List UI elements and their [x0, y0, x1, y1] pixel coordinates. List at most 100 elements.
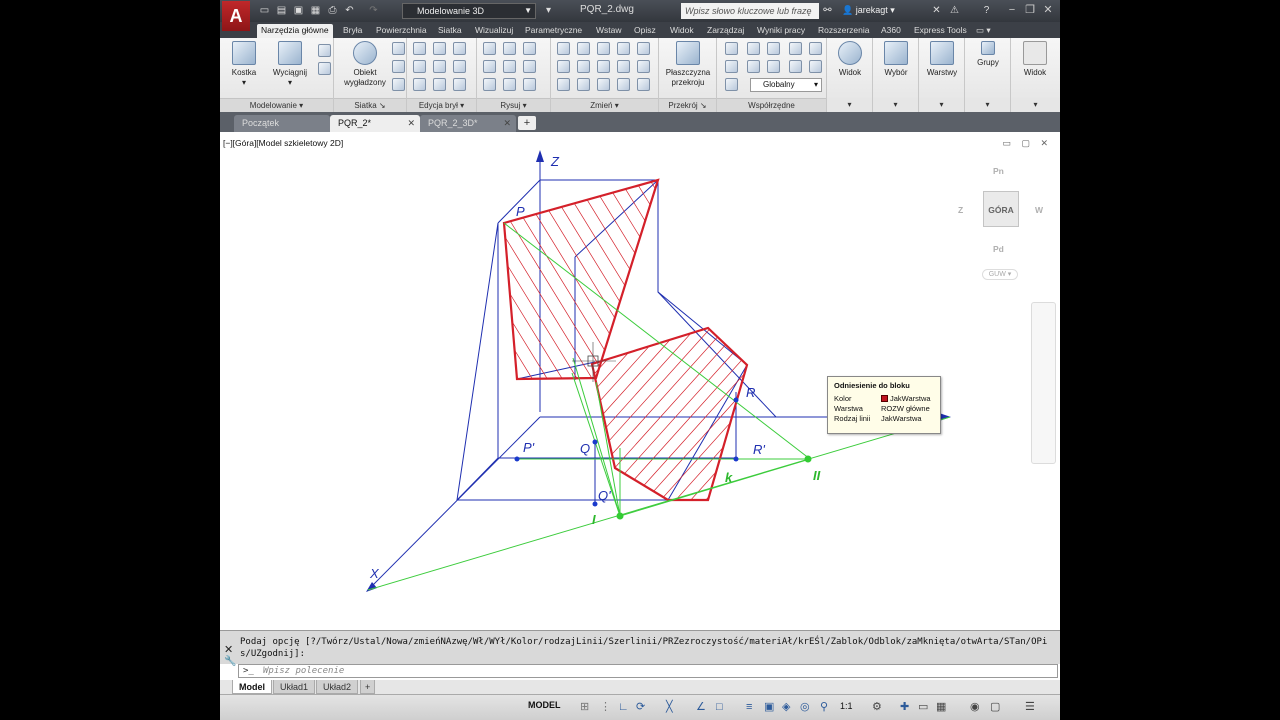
- fillet-2d-icon[interactable]: [597, 60, 610, 73]
- tab-opisz[interactable]: Opisz: [630, 24, 660, 38]
- rotate-icon[interactable]: [577, 42, 590, 55]
- wcs-menu[interactable]: GUW ▾: [982, 269, 1018, 280]
- ucs-object-icon[interactable]: [725, 60, 738, 73]
- chevron-down-icon[interactable]: ▾: [542, 4, 555, 17]
- mesh-icon[interactable]: [392, 42, 405, 55]
- connect-icon[interactable]: ⚠: [948, 4, 961, 17]
- point-r[interactable]: [733, 397, 739, 403]
- tab-parametryczne[interactable]: Parametryczne: [521, 24, 586, 38]
- tab-siatka[interactable]: Siatka: [434, 24, 466, 38]
- tab-powierzchnia[interactable]: Powierzchnia: [372, 24, 431, 38]
- tab-widok[interactable]: Widok: [666, 24, 698, 38]
- extract-icon[interactable]: [413, 78, 426, 91]
- tab-rozszerzenia[interactable]: Rozszerzenia: [814, 24, 874, 38]
- new-file-icon[interactable]: ▭: [258, 4, 271, 17]
- annotation-scale-icon[interactable]: ⚲: [820, 700, 828, 714]
- gear-icon[interactable]: ⚙: [872, 700, 882, 714]
- selection-button[interactable]: Wybór: [877, 41, 915, 78]
- align-icon[interactable]: [617, 78, 630, 91]
- clean-screen-icon[interactable]: ▢: [990, 700, 1000, 714]
- wrench-icon[interactable]: 🔧: [224, 656, 236, 667]
- customize-icon[interactable]: ☰: [1025, 700, 1035, 714]
- section-plane-button[interactable]: Płaszczyzna przekroju: [661, 41, 715, 88]
- ortho-icon[interactable]: ∟: [618, 700, 629, 714]
- add-layout-button[interactable]: +: [360, 680, 376, 694]
- annotation-scale-value[interactable]: 1:1: [840, 701, 853, 711]
- close-icon[interactable]: ✕: [503, 115, 511, 132]
- save-icon[interactable]: ▣: [292, 4, 305, 17]
- subtract-icon[interactable]: [433, 42, 446, 55]
- isolate-icon[interactable]: ▭: [918, 700, 928, 714]
- selection-cycling-icon[interactable]: ◈: [782, 700, 790, 714]
- object-snap-icon[interactable]: □: [716, 700, 723, 714]
- ucs-manager-icon[interactable]: [725, 78, 738, 91]
- separate-icon[interactable]: [453, 78, 466, 91]
- polar-icon[interactable]: ⟳: [636, 700, 645, 714]
- help-icon[interactable]: ?: [980, 4, 993, 17]
- tab-start[interactable]: Początek: [234, 115, 330, 132]
- point-q[interactable]: [592, 439, 598, 445]
- ucs-origin-icon[interactable]: [767, 42, 780, 55]
- shell-icon[interactable]: [433, 60, 446, 73]
- close-icon[interactable]: ✕: [1038, 2, 1058, 18]
- stretch-icon[interactable]: [617, 42, 630, 55]
- trim-icon[interactable]: [597, 42, 610, 55]
- slice-icon[interactable]: [413, 60, 426, 73]
- arc-icon[interactable]: [503, 60, 516, 73]
- tab-model[interactable]: Model: [232, 680, 272, 694]
- scale-icon[interactable]: [637, 60, 650, 73]
- spline-icon[interactable]: [483, 60, 496, 73]
- circle-icon[interactable]: [523, 42, 536, 55]
- point-p-prime[interactable]: [514, 456, 520, 462]
- ucs-world-icon[interactable]: [747, 42, 760, 55]
- viewport-window-controls[interactable]: ▭ ▢ ✕: [1002, 138, 1052, 149]
- tab-pqr-2[interactable]: PQR_2* ✕: [330, 115, 420, 132]
- panel-title[interactable]: Modelowanie ▾: [220, 98, 333, 112]
- plot-icon[interactable]: ⎙: [326, 4, 339, 17]
- erase-icon[interactable]: [637, 42, 650, 55]
- line-icon[interactable]: [483, 42, 496, 55]
- open-file-icon[interactable]: ▤: [275, 4, 288, 17]
- tab-bryla[interactable]: Bryła: [339, 24, 366, 38]
- ucs-select[interactable]: Globalny ▾: [750, 78, 822, 92]
- performance-icon[interactable]: ▦: [936, 700, 946, 714]
- mesh-icon[interactable]: [392, 60, 405, 73]
- tab-uklad2[interactable]: Układ2: [316, 680, 359, 694]
- user-account[interactable]: 👤 jarekagt ▾: [842, 5, 895, 16]
- tab-zarzadzaj[interactable]: Zarządzaj: [703, 24, 748, 38]
- mesh-icon[interactable]: [392, 78, 405, 91]
- panel-title[interactable]: Zmień ▾: [551, 98, 658, 112]
- hardware-acceleration-icon[interactable]: ◉: [970, 700, 980, 714]
- ucs-y-icon[interactable]: [809, 60, 822, 73]
- new-tab-button[interactable]: +: [518, 116, 536, 130]
- ellipse-icon[interactable]: [523, 60, 536, 73]
- panel-expand[interactable]: ▾: [827, 98, 872, 112]
- tab-narzedzia-glowne[interactable]: Narzędzia główne: [257, 24, 333, 38]
- drawing-viewport[interactable]: Z Y X P P' Q Q' R R' k I II [−][Góra][Mo…: [220, 132, 1060, 630]
- search-input[interactable]: Wpisz słowo kluczowe lub frazę: [681, 3, 819, 19]
- panel-title[interactable]: Przekrój ↘: [659, 98, 716, 112]
- tab-uklad1[interactable]: Układ1: [273, 680, 316, 694]
- exchange-apps-icon[interactable]: ✕: [930, 4, 943, 17]
- isodraft-icon[interactable]: ╳: [666, 700, 673, 714]
- panel-title[interactable]: Edycja brył ▾: [407, 98, 476, 112]
- presspull-icon[interactable]: [318, 44, 331, 57]
- box-button[interactable]: Kostka ▾: [226, 41, 262, 88]
- ribbon-toggle-icon[interactable]: ▭ ▾: [972, 24, 995, 38]
- point-r-prime[interactable]: [733, 456, 739, 462]
- viewcube-south[interactable]: Pd: [993, 244, 1004, 254]
- binoculars-icon[interactable]: ⚯: [821, 4, 834, 17]
- mirror-icon[interactable]: [577, 60, 590, 73]
- redo-icon[interactable]: ↷: [367, 4, 380, 17]
- viewport-controls-label[interactable]: [−][Góra][Model szkieletowy 2D]: [223, 138, 343, 148]
- tab-express-tools[interactable]: Express Tools: [910, 24, 971, 38]
- view-2-button[interactable]: Widok: [1016, 41, 1054, 78]
- layers-button[interactable]: Warstwy: [921, 41, 963, 78]
- hatch-icon[interactable]: [523, 78, 536, 91]
- array-icon[interactable]: [577, 78, 590, 91]
- stretch2-icon[interactable]: [557, 78, 570, 91]
- ucs-x-icon[interactable]: [789, 60, 802, 73]
- tab-wyniki-pracy[interactable]: Wyniki pracy: [753, 24, 809, 38]
- intersect-icon[interactable]: [453, 42, 466, 55]
- panel-title[interactable]: Rysuj ▾: [477, 98, 550, 112]
